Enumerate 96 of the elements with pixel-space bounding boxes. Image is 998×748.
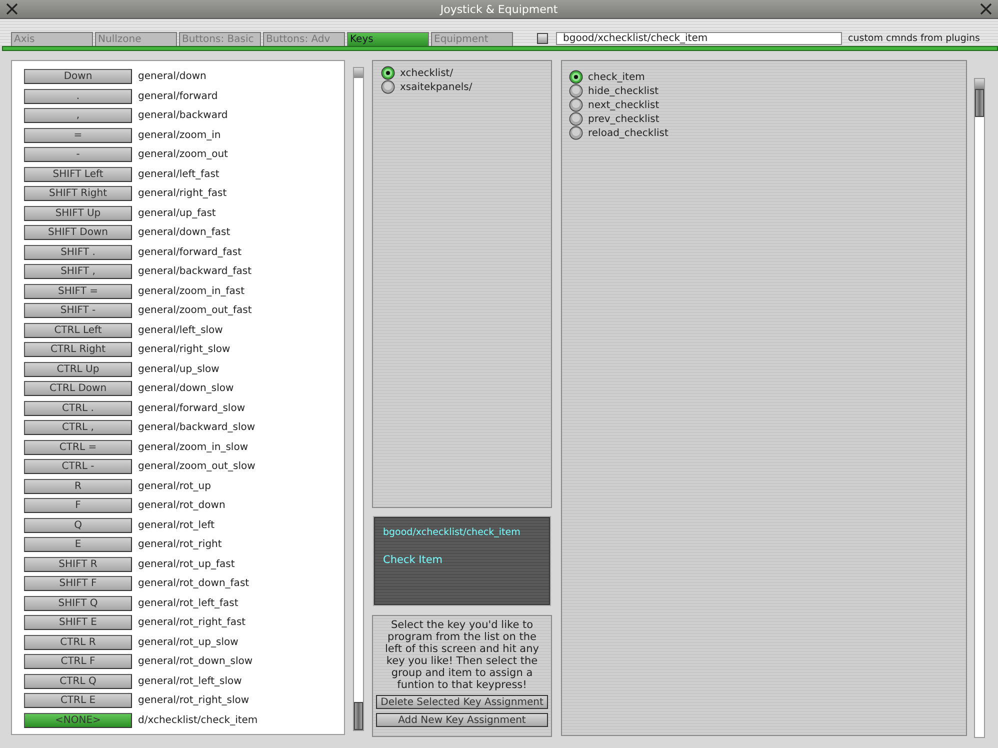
- command-label: general/rot_up_slow: [138, 636, 238, 648]
- command-label: general/zoom_in: [138, 130, 221, 141]
- radio-button[interactable]: [381, 80, 395, 94]
- key-button[interactable]: CTRL F: [24, 654, 132, 670]
- command-label: general/rot_down_fast: [138, 578, 250, 590]
- key-button[interactable]: SHIFT R: [24, 556, 132, 572]
- item-label[interactable]: hide_checklist: [588, 86, 659, 96]
- key-button[interactable]: -: [24, 147, 132, 162]
- scrollbar[interactable]: [353, 67, 364, 731]
- key-button[interactable]: SHIFT =: [24, 284, 132, 299]
- key-button[interactable]: CTRL Up: [24, 362, 132, 377]
- radio-button[interactable]: [569, 98, 583, 112]
- window-title: Joystick & Equipment: [440, 2, 558, 16]
- key-button[interactable]: SHIFT E: [24, 615, 132, 630]
- key-button[interactable]: Q: [24, 518, 132, 533]
- key-button[interactable]: CTRL Down: [24, 381, 132, 396]
- command-label: general/down: [138, 71, 206, 82]
- command-field[interactable]: bgood/xchecklist/check_item: [556, 32, 842, 45]
- group-label[interactable]: xsaitekpanels/: [400, 82, 472, 92]
- key-button[interactable]: F: [24, 498, 132, 514]
- key-button[interactable]: CTRL ,: [24, 420, 132, 436]
- key-button[interactable]: SHIFT F: [24, 576, 132, 592]
- command-label: general/rot_right: [138, 539, 222, 550]
- command-label: general/rot_down_slow: [138, 656, 253, 668]
- command-label: general/zoom_out_slow: [138, 461, 256, 472]
- key-button[interactable]: SHIFT Down: [24, 225, 132, 240]
- command-label: general/down_fast: [138, 227, 230, 238]
- key-button[interactable]: .: [24, 88, 132, 104]
- command-label: general/rot_up_fast: [138, 558, 235, 570]
- key-button[interactable]: SHIFT Right: [24, 186, 132, 202]
- scrollbar[interactable]: [974, 78, 985, 738]
- action-button[interactable]: Add New Key Assignment: [376, 713, 548, 727]
- command-path: bgood/xchecklist/check_item: [383, 527, 522, 538]
- item-label[interactable]: check_item: [588, 72, 645, 82]
- key-button[interactable]: CTRL Left: [24, 322, 132, 338]
- command-label: general/zoom_out_fast: [138, 305, 252, 316]
- command-label: general/down_slow: [138, 383, 234, 394]
- command-label: general/backward_fast: [138, 266, 252, 278]
- key-button[interactable]: CTRL =: [24, 440, 132, 455]
- key-button[interactable]: R: [24, 478, 132, 494]
- command-label: general/left_slow: [138, 324, 223, 336]
- command-label: general/rot_left_fast: [138, 598, 238, 609]
- action-button[interactable]: Delete Selected Key Assignment: [376, 695, 548, 709]
- item-label[interactable]: next_checklist: [588, 100, 660, 110]
- command-label: general/up_fast: [138, 208, 216, 219]
- command-description: Check Item: [383, 554, 444, 566]
- key-button[interactable]: SHIFT ,: [24, 264, 132, 280]
- tab[interactable]: Keys: [347, 32, 429, 46]
- command-label: general/right_fast: [138, 188, 227, 200]
- key-button[interactable]: ,: [24, 108, 132, 124]
- close-icon[interactable]: [980, 3, 992, 15]
- command-label: general/left_fast: [138, 168, 220, 180]
- checkbox-label: custom cmnds from plugins: [848, 33, 980, 44]
- key-button[interactable]: SHIFT .: [24, 244, 132, 260]
- radio-button[interactable]: [381, 66, 395, 80]
- radio-button[interactable]: [569, 126, 583, 140]
- key-button[interactable]: <NONE>: [24, 712, 132, 728]
- radio-button[interactable]: [569, 84, 583, 98]
- help-text: Select the key you'd like to program from the list on the left of this screen and hit any key you like! Then select the group and item to assign a funtion to that keypress!: [384, 619, 540, 691]
- key-button[interactable]: CTRL Right: [24, 342, 132, 358]
- command-label: general/up_slow: [138, 364, 220, 375]
- key-button[interactable]: E: [24, 537, 132, 552]
- key-button[interactable]: CTRL E: [24, 693, 132, 708]
- key-button[interactable]: SHIFT Q: [24, 596, 132, 611]
- command-label: general/forward: [138, 90, 218, 102]
- command-label: general/backward_slow: [138, 422, 256, 434]
- command-label: general/forward_fast: [138, 246, 242, 258]
- command-label: general/zoom_in_fast: [138, 286, 244, 297]
- radio-button[interactable]: [569, 70, 583, 84]
- close-icon[interactable]: [6, 3, 18, 15]
- command-label: general/rot_right_fast: [138, 617, 246, 628]
- checkbox[interactable]: [537, 33, 548, 44]
- key-button[interactable]: CTRL .: [24, 400, 132, 416]
- command-label: general/right_slow: [138, 344, 230, 356]
- key-button[interactable]: Down: [24, 69, 132, 84]
- item-label[interactable]: reload_checklist: [588, 128, 668, 138]
- key-button[interactable]: =: [24, 128, 132, 143]
- command-label: general/rot_left: [138, 520, 215, 531]
- key-button[interactable]: CTRL -: [24, 459, 132, 474]
- command-label: d/xchecklist/check_item: [138, 714, 258, 726]
- key-button[interactable]: SHIFT Up: [24, 206, 132, 221]
- key-button[interactable]: SHIFT Left: [24, 166, 132, 182]
- command-label: general/forward_slow: [138, 402, 246, 414]
- command-label: general/zoom_in_slow: [138, 442, 248, 453]
- key-button[interactable]: CTRL R: [24, 634, 132, 650]
- command-label: general/rot_right_slow: [138, 695, 250, 706]
- command-label: general/rot_down: [138, 500, 226, 512]
- command-label: general/rot_up: [138, 480, 211, 492]
- group-label[interactable]: xchecklist/: [400, 68, 454, 78]
- command-label: general/rot_left_slow: [138, 676, 242, 687]
- key-button[interactable]: SHIFT -: [24, 303, 132, 318]
- command-label: general/backward: [138, 110, 228, 122]
- item-label[interactable]: prev_checklist: [588, 114, 660, 124]
- key-button[interactable]: CTRL Q: [24, 674, 132, 689]
- radio-button[interactable]: [569, 112, 583, 126]
- command-label: general/zoom_out: [138, 149, 228, 160]
